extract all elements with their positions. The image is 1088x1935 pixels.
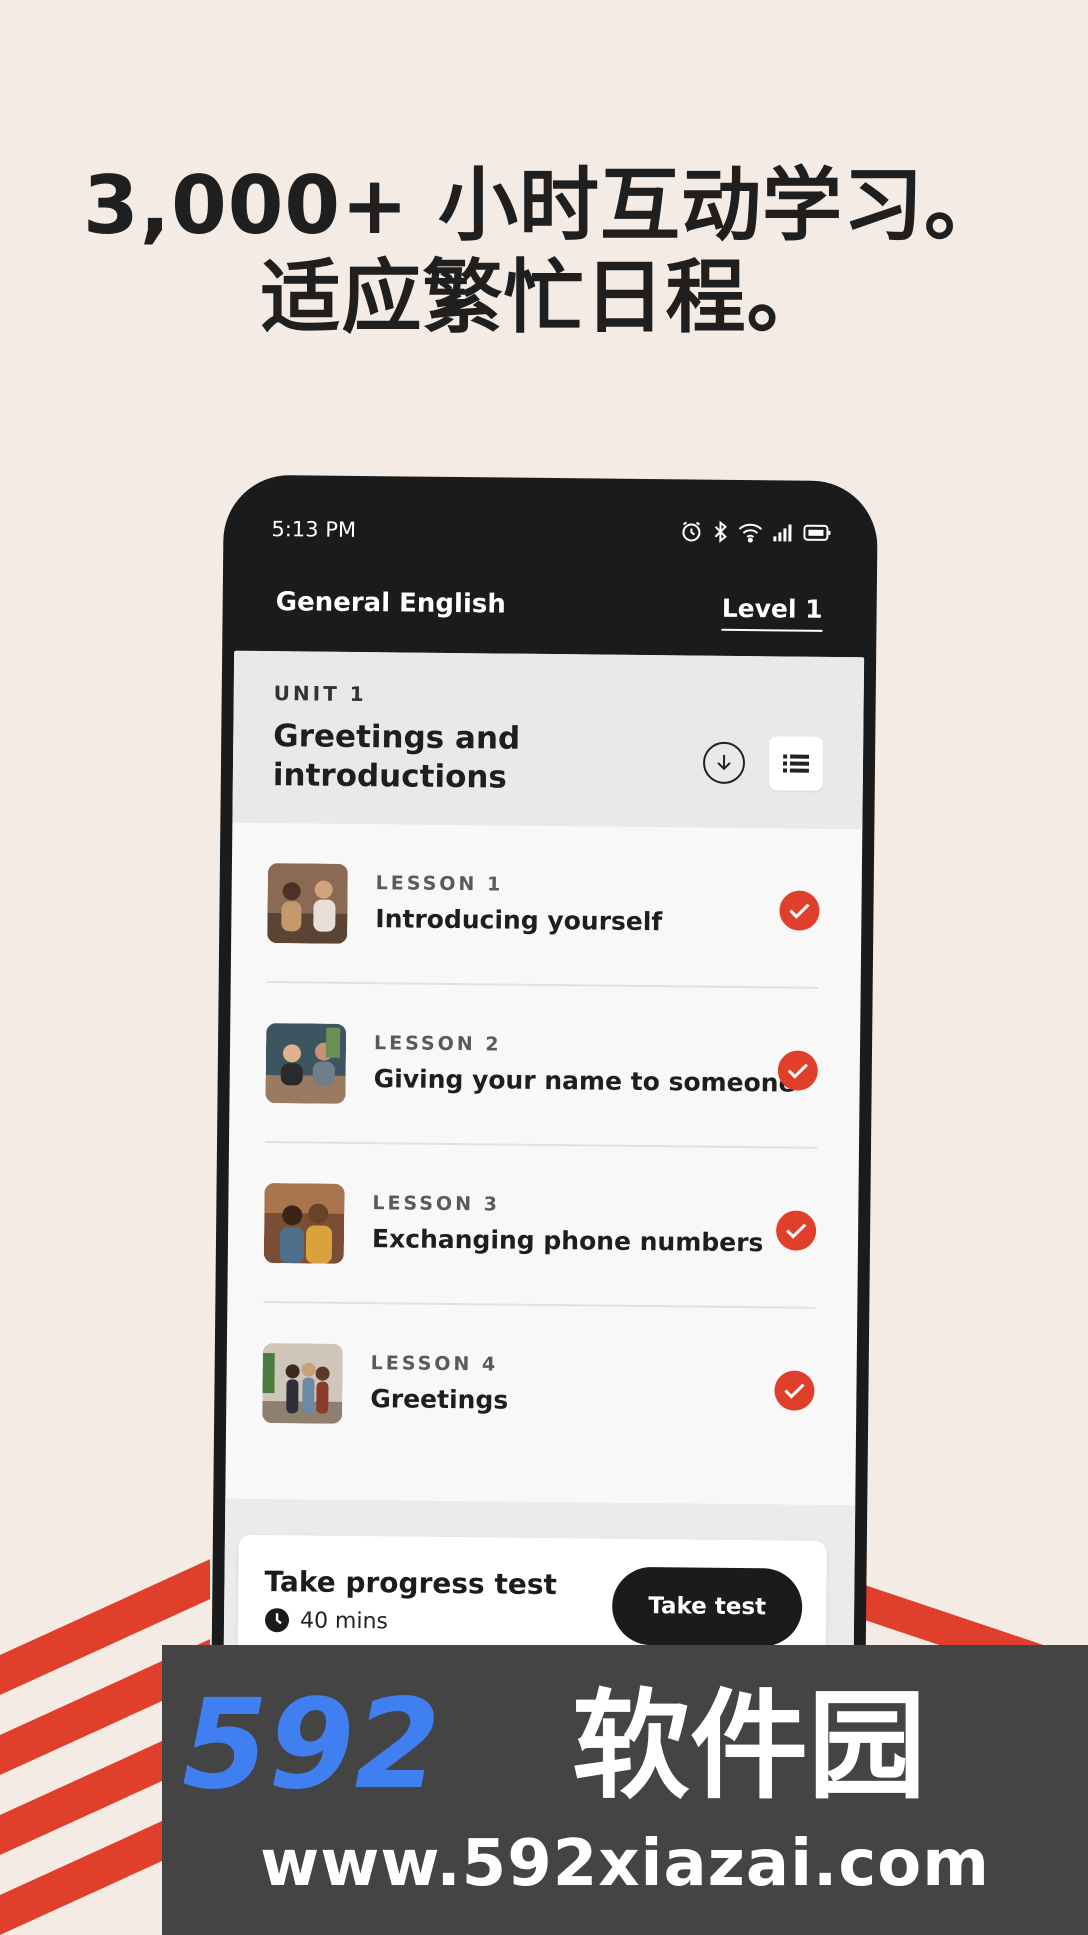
unit-title: Greetings and introductions <box>272 718 521 796</box>
lesson-title: Exchanging phone numbers <box>371 1224 764 1258</box>
watermark-logo: 592 软件园 <box>182 1683 926 1803</box>
watermark-banner: 592 软件园 www.592xiazai.com <box>162 1645 1088 1935</box>
download-icon <box>717 754 731 771</box>
wifi-icon <box>738 523 763 543</box>
status-time: 5:13 PM <box>271 517 357 542</box>
duration-text: 40 mins <box>299 1607 389 1634</box>
lesson-number: LESSON 2 <box>373 1032 502 1056</box>
signal-icon <box>773 524 792 542</box>
alarm-icon <box>682 521 701 542</box>
progress-test-duration: 40 mins <box>264 1607 388 1634</box>
headline-line-1: 3,000+ 小时互动学习。 <box>83 159 1005 252</box>
headline: 3,000+ 小时互动学习。 适应繁忙日程。 <box>0 160 1088 344</box>
watermark-url: www.592xiazai.com <box>260 1827 990 1901</box>
lesson-item[interactable]: LESSON 2 Giving your name to someone <box>265 983 819 1149</box>
lesson-item[interactable]: LESSON 4 Greetings <box>262 1303 816 1469</box>
lesson-thumbnail <box>262 1343 343 1424</box>
lesson-title: Greetings <box>370 1384 509 1415</box>
headline-line-2: 适应繁忙日程。 <box>260 251 828 344</box>
unit-header: UNIT 1 Greetings and introductions <box>232 650 865 830</box>
completed-check-icon <box>775 1210 817 1251</box>
status-icons <box>679 519 831 545</box>
lesson-list: LESSON 1 Introducing yourself LESSON 2 G… <box>226 823 863 1470</box>
app-bar: General English Level 1 <box>222 555 877 654</box>
lesson-number: LESSON 3 <box>372 1192 501 1216</box>
lesson-thumbnail <box>265 1023 347 1104</box>
list-icon <box>782 754 810 773</box>
lesson-number: LESSON 4 <box>370 1352 499 1376</box>
lesson-thumbnail <box>263 1183 345 1264</box>
lesson-thumbnail <box>267 863 348 944</box>
clock-icon <box>265 1608 290 1633</box>
bluetooth-icon <box>714 520 727 543</box>
tab-level[interactable]: Level 1 <box>721 593 823 632</box>
lesson-title: Introducing yourself <box>375 904 663 937</box>
completed-check-icon <box>774 1370 815 1411</box>
course-title: General English <box>275 587 506 620</box>
svg-text:592: 592 <box>182 1683 441 1803</box>
lesson-item[interactable]: LESSON 1 Introducing yourself <box>266 823 821 989</box>
download-button[interactable] <box>702 741 746 785</box>
completed-check-icon <box>779 890 820 931</box>
take-test-button[interactable]: Take test <box>611 1566 803 1647</box>
completed-check-icon <box>777 1050 819 1091</box>
lesson-item[interactable]: LESSON 3 Exchanging phone numbers <box>263 1143 817 1309</box>
lesson-list-button[interactable] <box>768 736 824 791</box>
unit-label: UNIT 1 <box>273 681 367 707</box>
lesson-number: LESSON 1 <box>375 872 504 896</box>
lesson-title: Giving your name to someone <box>373 1064 796 1098</box>
progress-test-title: Take progress test <box>264 1565 558 1602</box>
status-bar: 5:13 PM <box>271 511 831 557</box>
svg-text:软件园: 软件园 <box>572 1683 926 1803</box>
battery-icon <box>803 524 831 541</box>
